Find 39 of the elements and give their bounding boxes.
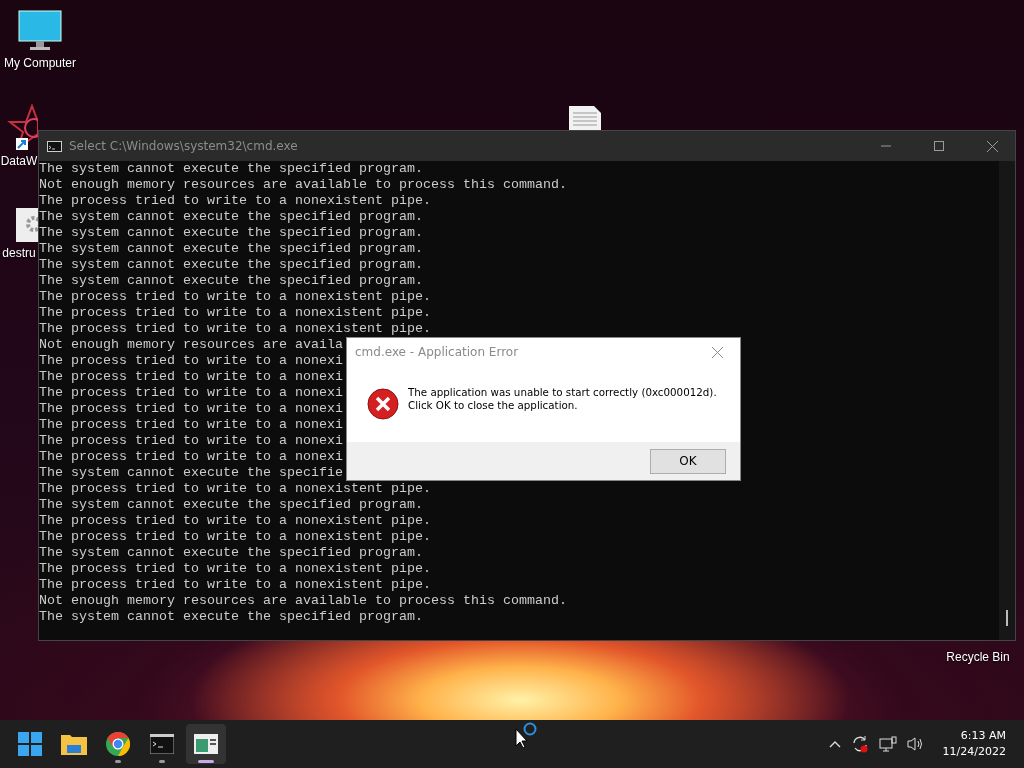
ok-button[interactable]: OK (650, 448, 726, 474)
dialog-title: cmd.exe - Application Error (355, 345, 520, 359)
console-line: The process tried to write to a nonexistent pipe. (39, 529, 431, 545)
console-line: The process tried to write to a nonexi (39, 353, 343, 369)
console-line: The system cannot execute the specified program. (39, 545, 423, 561)
console-line: The process tried to write to a nonexi (39, 369, 343, 385)
console-line: The process tried to write to a nonexi (39, 401, 343, 417)
console-line: The process tried to write to a nonexistent pipe. (39, 577, 431, 593)
console-line: The system cannot execute the specified program. (39, 209, 423, 225)
console-line: The system cannot execute the specified program. (39, 161, 423, 177)
console-line: The process tried to write to a nonexistent pipe. (39, 289, 431, 305)
error-message: The application was unable to start correctly (0xc000012d). Click OK to close the application. (408, 386, 717, 412)
console-line: The process tried to write to a nonexi (39, 449, 343, 465)
console-line: The process tried to write to a nonexi (39, 433, 343, 449)
console-line: The process tried to write to a nonexi (39, 417, 343, 433)
console-line: The process tried to write to a nonexistent pipe. (39, 481, 431, 497)
desktop-icon-label[interactable]: DataW (0, 154, 38, 168)
console-line: The system cannot execute the specified program. (39, 257, 423, 273)
console-line: Not enough memory resources are available to process this command. (39, 177, 567, 193)
console-line: The system cannot execute the specified program. (39, 241, 423, 257)
window-title: Select C:\Windows\system32\cmd.exe (69, 139, 299, 153)
clock-date[interactable]: 11/24/2022 (942, 744, 1006, 760)
console-line: The system cannot execute the specified program. (39, 273, 423, 289)
console-line: The process tried to write to a nonexistent pipe. (39, 513, 431, 529)
desktop-icon-label[interactable]: destru (2, 246, 36, 260)
console-line: The process tried to write to a nonexistent pipe. (39, 305, 431, 321)
console-line: Not enough memory resources are available to process this command. (39, 593, 567, 609)
console-line: The process tried to write to a nonexi (39, 385, 343, 401)
console-line: Not enough memory resources are availa (39, 337, 343, 353)
console-line: The system cannot execute the specifie (39, 465, 343, 481)
console-line: The system cannot execute the specified program. (39, 497, 423, 513)
console-line: The process tried to write to a nonexistent pipe. (39, 321, 431, 337)
desktop-icon-label[interactable]: My Computer (4, 56, 76, 70)
console-line: The system cannot execute the specified program. (39, 609, 423, 625)
clock-time[interactable]: 6:13 AM (960, 728, 1006, 744)
console-line: The process tried to write to a nonexistent pipe. (39, 561, 431, 577)
console-line: The system cannot execute the specified program. (39, 225, 423, 241)
console-line: The process tried to write to a nonexistent pipe. (39, 193, 431, 209)
desktop-icon-label[interactable]: Recycle Bin (946, 650, 1010, 664)
